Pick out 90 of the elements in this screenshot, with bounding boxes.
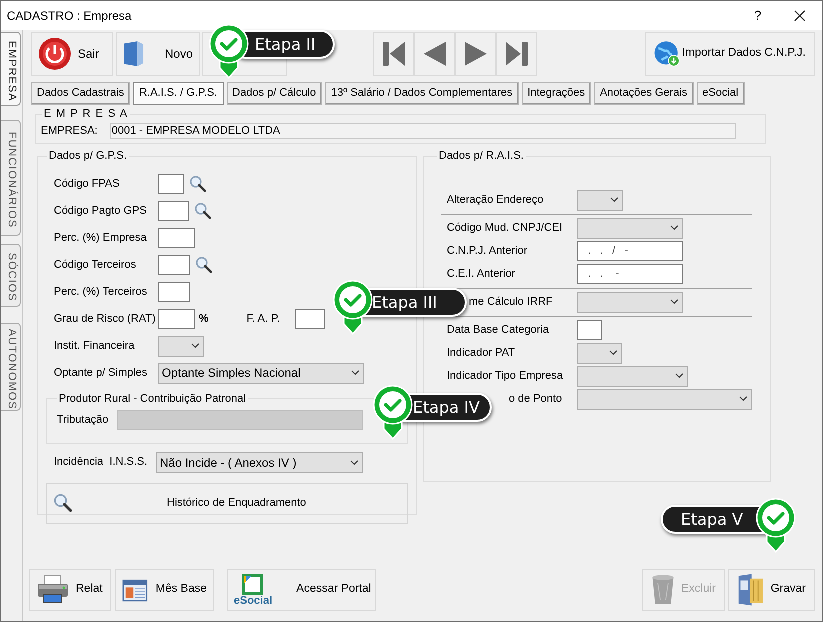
dropdown[interactable]: Não Incide - ( Anexos IV ) (156, 452, 363, 473)
group-title: Dados p/ G.P.S. (48, 149, 128, 164)
nav-button[interactable] (496, 32, 537, 76)
field-label: C.E.I. Anterior (447, 266, 516, 282)
toolbar-button[interactable]: Novo (116, 32, 200, 76)
input-field[interactable] (294, 309, 325, 329)
search-icon[interactable] (189, 175, 207, 193)
search-icon[interactable] (195, 256, 213, 274)
field-label: Incidência I.N.S.S. (54, 455, 149, 470)
tab[interactable]: eSocial (696, 82, 745, 105)
input-field[interactable] (158, 174, 184, 194)
chevron-down-icon (351, 370, 360, 376)
chevron-down-icon (739, 396, 748, 402)
toolbar-button[interactable]: Sair (31, 32, 113, 76)
chevron-down-icon (610, 197, 619, 203)
dropdown[interactable]: Optante Simples Nacional (158, 362, 364, 384)
tab[interactable]: 13º Salário / Dados Complementares (325, 82, 519, 105)
footer-button[interactable]: eSocial Acessar Portal (227, 569, 376, 611)
field-label: o de Ponto (509, 392, 564, 407)
field-label: Perc. (%) Terceiros (54, 284, 148, 300)
nav-button[interactable] (455, 32, 496, 76)
import-button[interactable]: Importar Dados C.N.P.J. (645, 32, 815, 76)
field-label: Código Pagto GPS (54, 204, 148, 219)
search-icon[interactable] (53, 493, 73, 513)
field-label: C.N.P.J. Anterior (447, 244, 528, 259)
field-label: Alteração Endereço (447, 192, 545, 208)
footer-button[interactable]: Mês Base (115, 569, 214, 611)
history-button[interactable]: Histórico de Enquadramento (46, 482, 408, 524)
checkmark-pin-tooltip (332, 280, 374, 336)
printer-icon (36, 575, 70, 605)
search-icon[interactable] (194, 202, 212, 220)
footer-button[interactable]: Relat (29, 569, 111, 611)
group-title: Dados p/ R.A.I.S. (438, 149, 525, 164)
close-icon[interactable] (794, 10, 806, 22)
chevron-down-icon (609, 350, 618, 356)
input-field[interactable] (158, 201, 189, 221)
field-label: Instit. Financeira (54, 338, 136, 354)
tab[interactable]: Anotações Gerais (594, 82, 694, 105)
dropdown-value: Não Incide - ( Anexos IV ) (160, 454, 297, 472)
nav-button[interactable] (414, 32, 455, 76)
checkmark-pin-tooltip (372, 385, 414, 441)
input-field[interactable] (158, 282, 190, 302)
folder-icon (737, 572, 765, 608)
side-tab[interactable]: FUNCIONÁRIOS (1, 120, 21, 236)
field-label: me Cálculo IRRF (469, 294, 554, 310)
field-label: Indicador Tipo Empresa (447, 368, 564, 384)
input-field[interactable]: . . - (577, 264, 683, 284)
field-label: Perc. (%) Empresa (54, 230, 148, 246)
side-tab[interactable]: SÓCIOS (1, 244, 21, 307)
help-button[interactable]: ? (738, 6, 778, 26)
side-tab[interactable]: EMPRESA (1, 32, 21, 106)
field-label: Código FPAS (54, 176, 121, 192)
chevron-down-icon (670, 299, 679, 305)
field-label: EMPRESA: (41, 124, 98, 138)
group-title: E M P R E S A (43, 107, 130, 122)
esocial-logo: eSocial (234, 574, 273, 606)
tab[interactable]: Dados Cadastrais (31, 82, 130, 105)
input-mask: . . / - (587, 244, 628, 259)
field-label: Código Mud. CNPJ/CEI (447, 220, 564, 236)
input-field[interactable] (158, 228, 195, 248)
footer-button: Excluir (642, 569, 725, 611)
company-field[interactable]: 0001 - EMPRESA MODELO LTDA (110, 122, 736, 139)
field-label: Data Base Categoria (447, 322, 550, 338)
field-label: Tributação (57, 412, 109, 428)
input-mask: . . - (587, 266, 620, 282)
chevron-down-icon (675, 373, 684, 379)
tab[interactable]: Integrações (522, 82, 592, 105)
chevron-down-icon (350, 460, 359, 466)
checkmark-pin-tooltip (755, 498, 797, 554)
group-title: Produtor Rural - Contribuição Patronal (58, 392, 248, 406)
field-label: Código Terceiros (54, 258, 138, 273)
window-title: CADASTRO : Empresa (7, 8, 132, 24)
field-label: Grau de Risco (RAT) (54, 312, 157, 327)
input-field[interactable] (577, 320, 602, 340)
field-label: F. A. P. (246, 312, 282, 327)
input-field[interactable]: . . / - (577, 241, 683, 261)
chevron-down-icon (191, 343, 200, 349)
input-field[interactable] (158, 309, 195, 329)
footer-button[interactable]: Gravar (728, 569, 815, 611)
side-tab[interactable]: AUTONOMOS (1, 323, 21, 411)
tab[interactable]: Dados p/ Cálculo (226, 82, 322, 105)
nav-button[interactable] (373, 32, 414, 76)
dropdown-value: Optante Simples Nacional (162, 365, 301, 382)
input-field[interactable] (158, 255, 190, 275)
chevron-down-icon (670, 225, 679, 231)
percent-sign: % (199, 312, 209, 327)
power-icon (38, 37, 72, 71)
field-label: Optante p/ Simples (54, 366, 149, 381)
field-label: Indicador PAT (447, 346, 516, 361)
tab[interactable]: R.A.I.S. / G.P.S. (133, 82, 224, 105)
